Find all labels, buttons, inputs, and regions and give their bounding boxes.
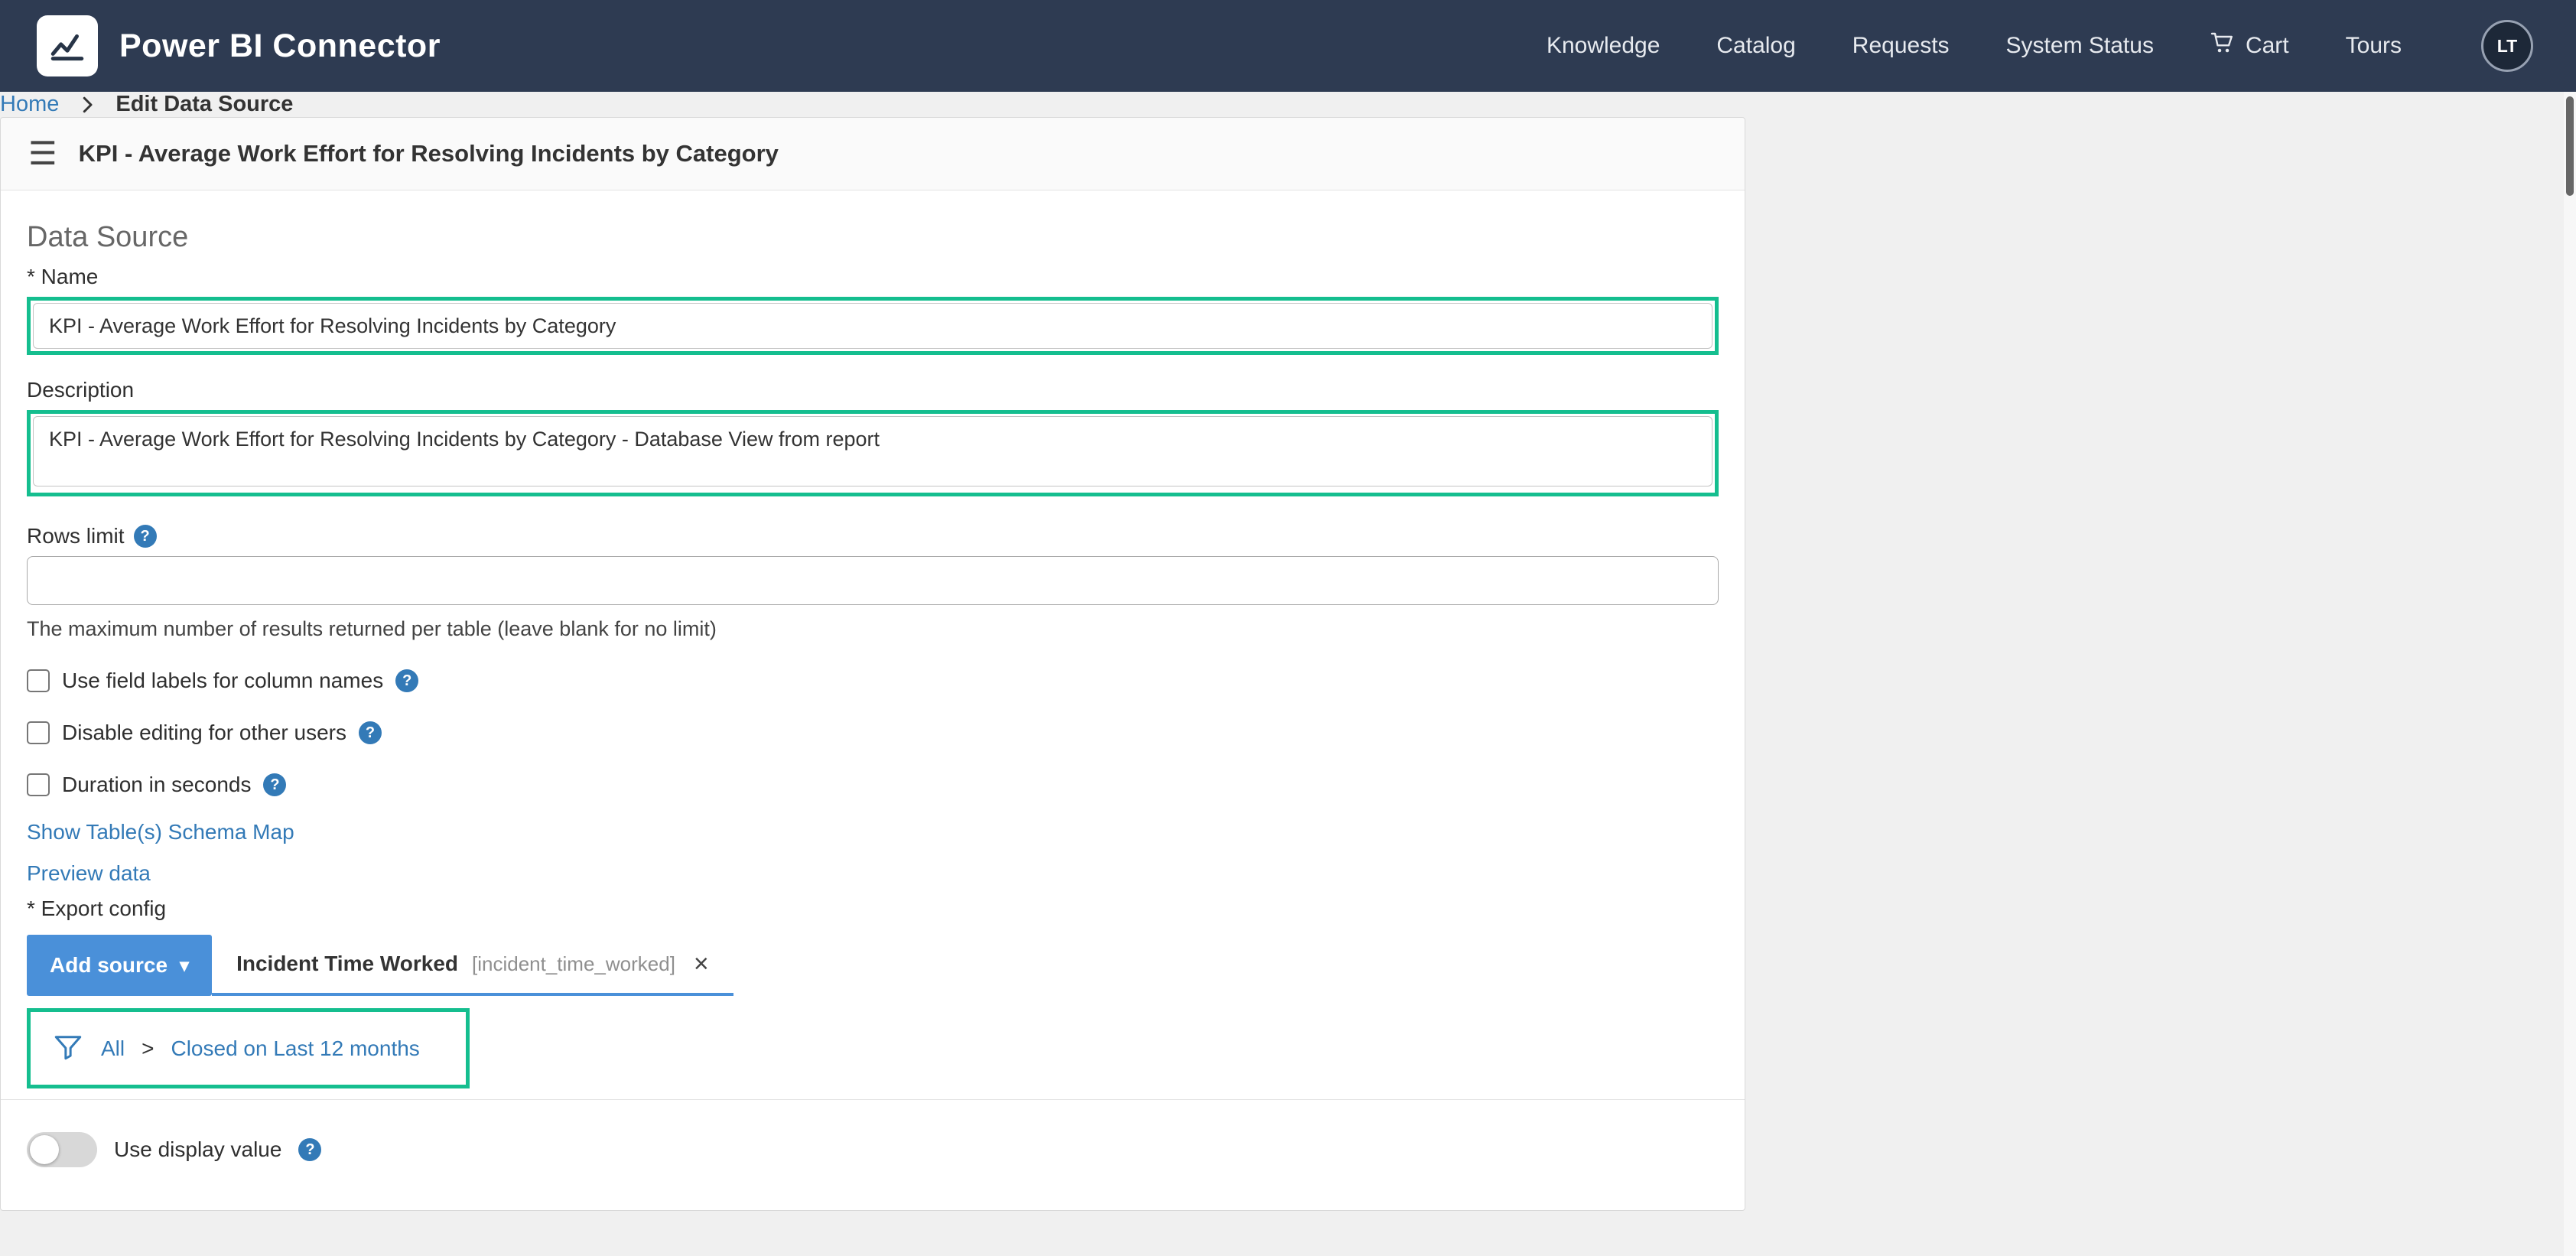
rows-limit-label: Rows limit [27,524,125,548]
field-labels-checkbox-label[interactable]: Use field labels for column names [62,669,383,693]
duration-seconds-checkbox[interactable] [27,773,50,796]
card-title: KPI - Average Work Effort for Resolving … [79,140,779,168]
card-header: ☰ KPI - Average Work Effort for Resolvin… [1,118,1745,190]
add-source-button-label: Add source [50,953,168,978]
description-label: Description [27,378,1719,402]
name-highlight-box [27,297,1719,355]
nav-cart-label: Cart [2246,33,2289,59]
section-divider [1,1099,1745,1100]
nav-requests[interactable]: Requests [1852,33,1950,59]
duration-seconds-checkbox-label[interactable]: Duration in seconds [62,773,251,797]
use-display-value-row: Use display value ? [27,1132,1719,1167]
chevron-down-icon: ▾ [180,955,189,977]
nav-tours[interactable]: Tours [2346,33,2402,59]
filter-highlight-box: All > Closed on Last 12 months [27,1008,470,1088]
disable-editing-checkbox-label[interactable]: Disable editing for other users [62,721,346,745]
disable-editing-help-icon[interactable]: ? [359,721,382,744]
topbar: Power BI Connector Knowledge Catalog Req… [0,0,2576,92]
field-labels-checkbox[interactable] [27,669,50,692]
tab-table-code: [incident_time_worked] [472,952,675,976]
field-labels-help-icon[interactable]: ? [395,669,418,692]
checkbox-row-field-labels: Use field labels for column names ? [27,669,1719,693]
card-body: Data Source * Name Description KPI - Ave… [1,190,1745,1167]
checkbox-row-disable-editing: Disable editing for other users ? [27,721,1719,745]
name-input[interactable] [33,303,1712,349]
use-display-value-label: Use display value [114,1137,281,1162]
add-source-button[interactable]: Add source ▾ [27,935,212,996]
tab-close-icon[interactable]: × [694,951,709,977]
export-config-label: * Export config [27,896,1719,921]
use-display-value-help-icon[interactable]: ? [298,1138,321,1161]
breadcrumb-current: Edit Data Source [115,92,293,117]
nav-knowledge[interactable]: Knowledge [1547,33,1660,59]
filter-separator: > [141,1036,154,1061]
scrollbar[interactable] [2564,92,2576,1256]
rows-limit-input[interactable] [27,556,1719,605]
section-title: Data Source [27,221,1719,254]
checkbox-row-duration-seconds: Duration in seconds ? [27,773,1719,797]
top-nav: Knowledge Catalog Requests System Status… [1547,20,2533,72]
filter-funnel-icon [52,1030,84,1066]
data-source-card: ☰ KPI - Average Work Effort for Resolvin… [0,117,1745,1211]
filter-condition-link[interactable]: Closed on Last 12 months [171,1036,419,1061]
rows-limit-helper-text: The maximum number of results returned p… [27,617,1719,641]
export-config-tabbar: Add source ▾ Incident Time Worked [incid… [27,935,1719,996]
duration-seconds-help-icon[interactable]: ? [263,773,286,796]
brand[interactable]: Power BI Connector [37,15,441,76]
brand-title: Power BI Connector [119,28,441,65]
nav-catalog[interactable]: Catalog [1716,33,1795,59]
breadcrumb-home-link[interactable]: Home [0,92,59,117]
nav-system-status[interactable]: System Status [2006,33,2154,59]
description-highlight-box: KPI - Average Work Effort for Resolving … [27,410,1719,496]
name-label: * Name [27,265,1719,289]
hamburger-icon[interactable]: ☰ [28,138,57,170]
scrollbar-thumb[interactable] [2566,96,2574,196]
preview-data-link[interactable]: Preview data [27,861,1719,886]
use-display-value-toggle[interactable] [27,1132,97,1167]
description-textarea[interactable]: KPI - Average Work Effort for Resolving … [33,416,1712,486]
user-avatar[interactable]: LT [2481,20,2533,72]
show-schema-map-link[interactable]: Show Table(s) Schema Map [27,820,1719,844]
rows-limit-help-icon[interactable]: ? [134,525,157,548]
brand-logo-icon [37,15,98,76]
breadcrumb-chevron-icon [76,93,99,116]
tab-incident-time-worked[interactable]: Incident Time Worked [incident_time_work… [212,935,733,996]
rows-limit-label-row: Rows limit ? [27,524,1719,548]
cart-icon [2210,31,2235,61]
tab-title: Incident Time Worked [236,952,458,976]
nav-cart[interactable]: Cart [2210,31,2289,61]
disable-editing-checkbox[interactable] [27,721,50,744]
breadcrumb: Home Edit Data Source [0,92,2576,117]
filter-all-link[interactable]: All [101,1036,125,1061]
